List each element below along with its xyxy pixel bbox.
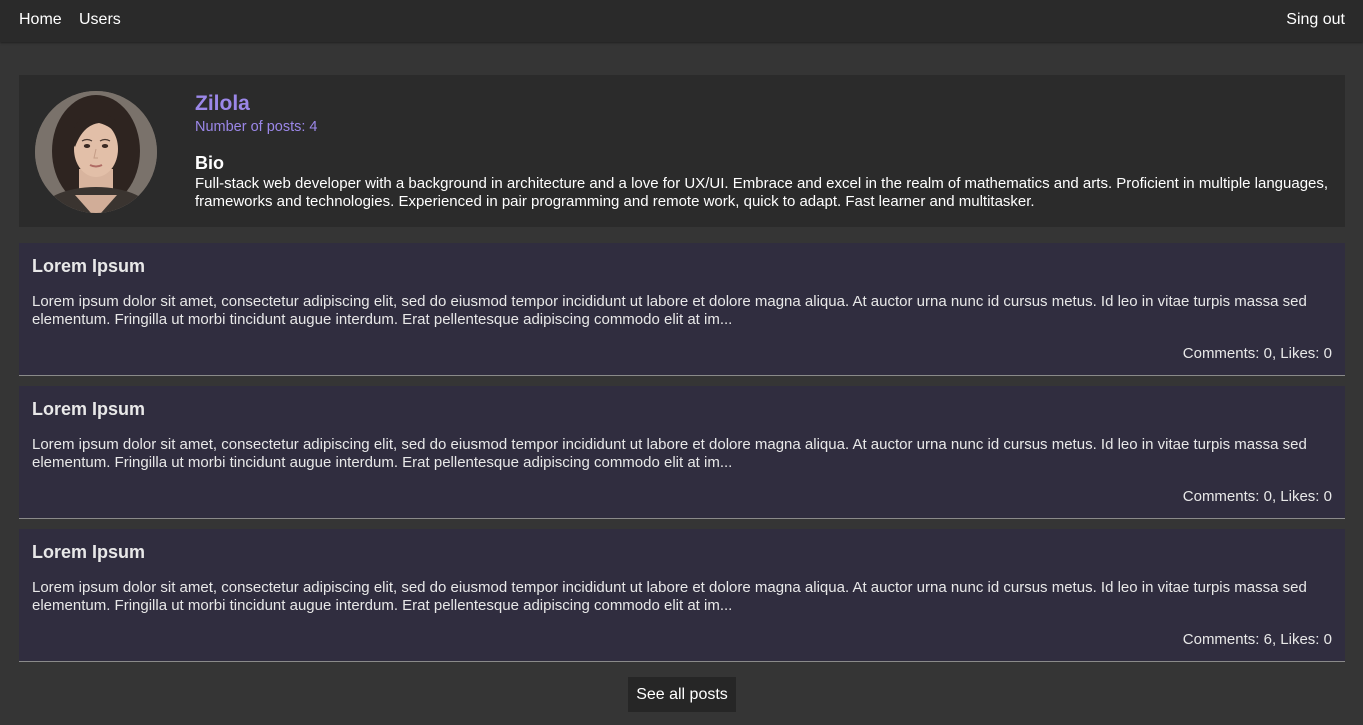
post-card[interactable]: Lorem Ipsum Lorem ipsum dolor sit amet, … (19, 529, 1345, 662)
nav-users-link[interactable]: Users (79, 11, 121, 29)
bio-text: Full-stack web developer with a backgrou… (195, 175, 1329, 210)
avatar-portrait-image (35, 91, 157, 213)
top-navbar: Home Users Sing out (0, 0, 1363, 42)
post-excerpt: Lorem ipsum dolor sit amet, consectetur … (32, 579, 1307, 614)
post-card[interactable]: Lorem Ipsum Lorem ipsum dolor sit amet, … (19, 243, 1345, 376)
post-stats: Comments: 6, Likes: 0 (1182, 631, 1332, 648)
post-excerpt: Lorem ipsum dolor sit amet, consectetur … (32, 293, 1307, 328)
post-card[interactable]: Lorem Ipsum Lorem ipsum dolor sit amet, … (19, 386, 1345, 519)
nav-signout-link[interactable]: Sing out (1286, 11, 1345, 29)
post-title: Lorem Ipsum (32, 399, 146, 419)
post-stats: Comments: 0, Likes: 0 (1182, 345, 1332, 362)
user-profile-card: Zilola Number of posts: 4 Bio Full-stack… (19, 75, 1345, 227)
nav-home-link[interactable]: Home (19, 11, 62, 29)
see-all-posts-button[interactable]: See all posts (628, 677, 736, 712)
post-title: Lorem Ipsum (32, 542, 146, 562)
posts-count: Number of posts: 4 (195, 119, 318, 135)
post-stats: Comments: 0, Likes: 0 (1182, 488, 1332, 505)
user-name: Zilola (195, 92, 250, 115)
bio-heading: Bio (195, 153, 224, 173)
post-excerpt: Lorem ipsum dolor sit amet, consectetur … (32, 436, 1307, 471)
user-avatar (35, 91, 157, 213)
post-title: Lorem Ipsum (32, 256, 146, 276)
